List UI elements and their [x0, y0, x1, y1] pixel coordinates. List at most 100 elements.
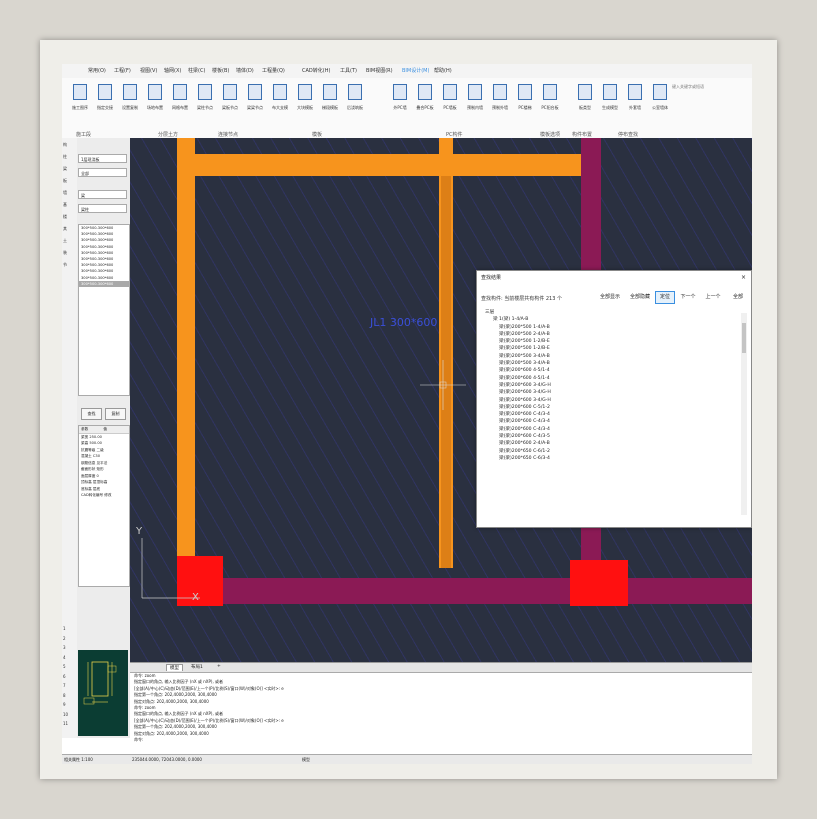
- floor-number[interactable]: 3: [63, 645, 66, 650]
- ribbon-button[interactable]: PC楼梯: [513, 84, 537, 111]
- ribbon-button[interactable]: 梁板节点: [218, 84, 242, 111]
- floor-number[interactable]: 7: [63, 683, 66, 688]
- result-row[interactable]: 梁(梁)200*600 C-4/3-4: [481, 426, 737, 433]
- ribbon-button[interactable]: 场地布置: [143, 84, 167, 111]
- dialog-button[interactable]: 全部显示: [595, 291, 625, 304]
- dialog-button[interactable]: 定位: [655, 291, 675, 304]
- result-row[interactable]: 梁(梁)200*600 C-5/1-2: [481, 404, 737, 411]
- ribbon-button[interactable]: 后浇筑板: [343, 84, 367, 111]
- layer-strip-item[interactable]: 梁: [63, 166, 67, 172]
- layer-strip-item[interactable]: 柱: [63, 154, 67, 160]
- layer-strip-item[interactable]: 装: [63, 250, 67, 256]
- close-icon[interactable]: ×: [741, 274, 746, 281]
- menu-item[interactable]: 视图(V): [140, 67, 157, 74]
- result-row[interactable]: 梁(梁)200*500 3-4/A-B: [481, 360, 737, 367]
- result-row[interactable]: 梁(梁)200*600 3-4/G-H: [481, 389, 737, 396]
- floor-select[interactable]: 1层现浇板: [78, 154, 127, 163]
- dialog-button[interactable]: 下一个: [677, 291, 699, 304]
- ribbon-button[interactable]: PC墙板: [438, 84, 462, 111]
- ribbon-button[interactable]: 预制外墙: [488, 84, 512, 111]
- result-row[interactable]: 梁(梁)200*600 2-4/A-B: [481, 440, 737, 447]
- tree-group[interactable]: 梁 1(梁) 1-4/A-B: [481, 316, 737, 323]
- result-row[interactable]: 梁(梁)200*600 C-4/3-4: [481, 411, 737, 418]
- ribbon-button[interactable]: 布大支模: [268, 84, 292, 111]
- ribbon-button[interactable]: 叠合PC板: [413, 84, 437, 111]
- menu-item[interactable]: 帮助(H): [434, 67, 452, 74]
- menu-item[interactable]: 工具(T): [340, 67, 357, 74]
- layer-strip-item[interactable]: 基: [63, 202, 67, 208]
- layer-strip-item[interactable]: 板: [63, 178, 67, 184]
- search-input[interactable]: 键入关键字或短语: [672, 84, 732, 92]
- ribbon-button[interactable]: 梯段模板: [318, 84, 342, 111]
- ribbon-button[interactable]: 板类型: [573, 84, 597, 111]
- beam-left-vertical[interactable]: [177, 138, 195, 598]
- layout-tab[interactable]: +: [214, 664, 224, 669]
- menu-item[interactable]: BIM视图(R): [366, 67, 393, 74]
- command-history[interactable]: 命令: zoom 指定窗口的角点, 输入比例因子 (nX 或 nXP), 或者 [全…: [130, 672, 752, 755]
- ribbon-button[interactable]: 施工图序: [68, 84, 92, 111]
- component-list[interactable]: 300*500-300*600 300*500-300*600 300*500-30…: [78, 224, 130, 396]
- copy-button[interactable]: 复制: [105, 408, 126, 420]
- result-row[interactable]: 梁(梁)200*600 3-4/G-H: [481, 382, 737, 389]
- find-result-dialog[interactable]: 查找结果 × 查找构件: 当前楼层共有构件 213 个 全部显示 全部隐藏 定位 下一…: [476, 270, 752, 528]
- floor-number[interactable]: 10: [63, 712, 68, 717]
- menu-item[interactable]: 常用(O): [88, 67, 106, 74]
- floor-number[interactable]: 8: [63, 693, 66, 698]
- result-row[interactable]: 梁(梁)200*500 1-2/B-E: [481, 338, 737, 345]
- result-row[interactable]: 梁(梁)200*600 C-4/3-5: [481, 433, 737, 440]
- ribbon-button[interactable]: 外套墙: [623, 84, 647, 111]
- result-row[interactable]: 梁(梁)200*650 C-6/1-2: [481, 448, 737, 455]
- menu-item[interactable]: 柱梁(C): [188, 67, 205, 74]
- result-row[interactable]: 梁(梁)200*500 1-2/B-E: [481, 345, 737, 352]
- dialog-button[interactable]: 全部隐藏: [625, 291, 655, 304]
- subtype-select[interactable]: 梁柱: [78, 204, 127, 213]
- layer-strip-item[interactable]: 楼: [63, 214, 67, 220]
- result-scrollbar[interactable]: [741, 313, 747, 515]
- property-row[interactable]: CAD转化编号 修改: [79, 492, 129, 499]
- property-table[interactable]: 参数 值 梁宽 250.00 梁高 500.00 抗震等级 二级 混凝土 C30 钢筋信…: [78, 425, 130, 587]
- floor-number[interactable]: 1: [63, 626, 66, 631]
- result-row[interactable]: 梁(梁)200*600 4-5/1-4: [481, 367, 737, 374]
- floor-number[interactable]: 2: [63, 636, 66, 641]
- wall-bottom-horizontal[interactable]: [177, 578, 752, 604]
- layer-strip-item[interactable]: 构: [63, 142, 67, 148]
- result-row[interactable]: 梁(梁)200*500 3-4/A-B: [481, 353, 737, 360]
- floor-number[interactable]: 6: [63, 674, 66, 679]
- ribbon-button[interactable]: 网格布置: [168, 84, 192, 111]
- floor-number[interactable]: 4: [63, 655, 66, 660]
- ribbon-button[interactable]: 大块模板: [293, 84, 317, 111]
- result-row[interactable]: 梁(梁)200*650 C-6/3-4: [481, 455, 737, 462]
- dialog-button[interactable]: 全部: [727, 291, 749, 304]
- ribbon-button[interactable]: 指定交接: [93, 84, 117, 111]
- find-button[interactable]: 查找: [81, 408, 102, 420]
- status-model[interactable]: 模型: [302, 757, 310, 763]
- layer-strip-item[interactable]: 墙: [63, 190, 67, 196]
- floor-number[interactable]: 5: [63, 664, 66, 669]
- beam-top-horizontal[interactable]: [177, 154, 581, 176]
- menu-item[interactable]: 墙体(D): [236, 67, 254, 74]
- tree-root[interactable]: 三层: [481, 309, 737, 316]
- layout-tab[interactable]: 模型: [166, 664, 183, 671]
- result-row[interactable]: 梁(梁)200*500 2-4/A-B: [481, 331, 737, 338]
- layer-strip-item[interactable]: 节: [63, 262, 67, 268]
- ribbon-button[interactable]: 设置复制: [118, 84, 142, 111]
- ribbon-button[interactable]: 外PC墙: [388, 84, 412, 111]
- ribbon-button[interactable]: 生成模型: [598, 84, 622, 111]
- result-row[interactable]: 梁(梁)200*600 3-4/G-H: [481, 397, 737, 404]
- result-row[interactable]: 梁(梁)200*500 1-4/A-B: [481, 324, 737, 331]
- result-row[interactable]: 梁(梁)200*600 4-5/1-4: [481, 375, 737, 382]
- layout-tab[interactable]: 布局1: [188, 664, 206, 670]
- ribbon-button[interactable]: 公室墙体: [648, 84, 672, 111]
- result-tree[interactable]: 三层 梁 1(梁) 1-4/A-B 梁(梁)200*500 1-4/A-B 梁(梁…: [481, 309, 737, 523]
- column-bottom-right[interactable]: [570, 560, 628, 606]
- type-select[interactable]: 梁: [78, 190, 127, 199]
- dialog-button[interactable]: 上一个: [701, 291, 725, 304]
- floor-number[interactable]: 11: [63, 721, 68, 726]
- menu-item[interactable]: BIM设计(M): [402, 67, 429, 74]
- list-item[interactable]: 300*500-300*600: [79, 280, 129, 288]
- ribbon-button[interactable]: 梁柱节点: [193, 84, 217, 111]
- layer-strip-item[interactable]: 其: [63, 226, 67, 232]
- ribbon-button[interactable]: 预制内墙: [463, 84, 487, 111]
- scope-select[interactable]: 全部: [78, 168, 127, 177]
- ribbon-button[interactable]: PC阳台板: [538, 84, 562, 111]
